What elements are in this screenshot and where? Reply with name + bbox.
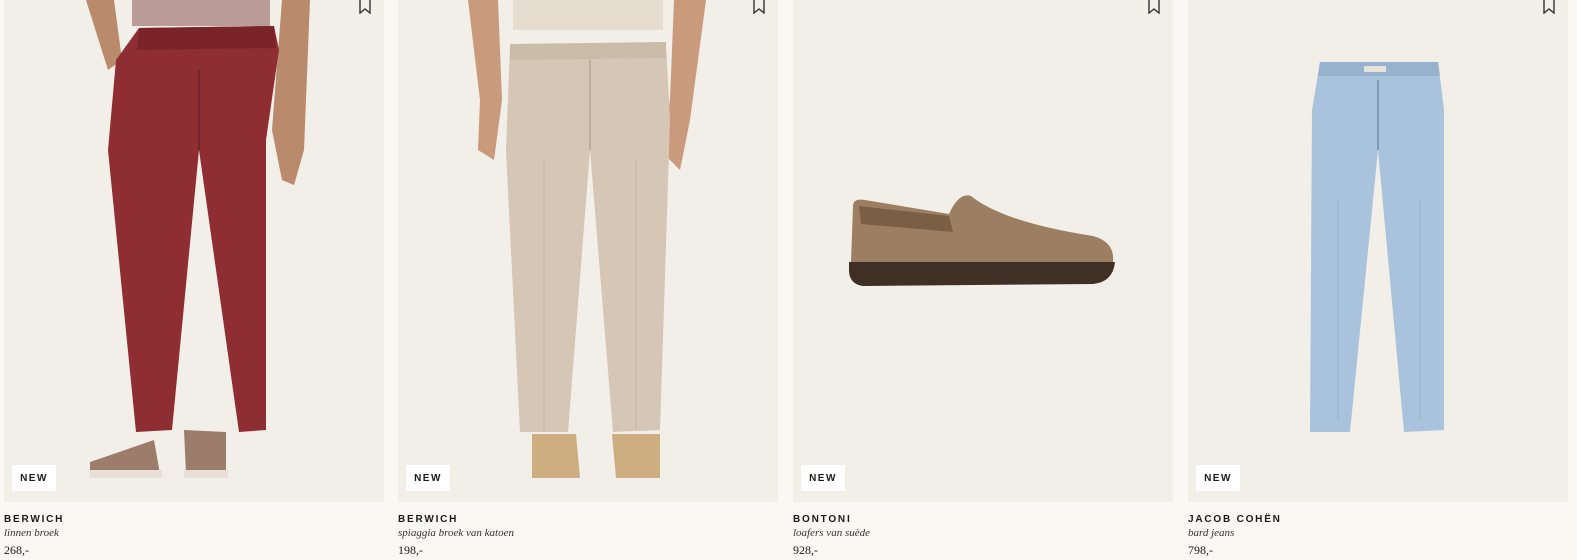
light-blue-jeans-image [1310, 62, 1444, 432]
product-card[interactable]: NEW BERWICH linnen broek 268,- [4, 0, 384, 560]
product-price: 268,- [4, 543, 29, 557]
product-card[interactable]: NEW JACOB COHËN bard jeans 798,- [1188, 0, 1568, 560]
red-linen-trousers-image [86, 0, 310, 478]
new-badge: NEW [12, 465, 56, 491]
new-badge: NEW [406, 465, 450, 491]
product-card[interactable]: NEW BERWICH spiaggia broek van katoen 19… [398, 0, 778, 560]
product-price: 198,- [398, 543, 423, 557]
product-name[interactable]: bard jeans [1188, 527, 1234, 539]
product-image[interactable]: NEW [398, 0, 778, 502]
product-brand[interactable]: BERWICH [4, 514, 64, 525]
product-image[interactable]: NEW [4, 0, 384, 502]
product-name[interactable]: linnen broek [4, 527, 59, 539]
product-card[interactable]: NEW BONTONI loafers van suède 928,- [793, 0, 1173, 560]
product-image[interactable]: NEW [793, 0, 1173, 502]
beige-cotton-trousers-image [468, 0, 706, 478]
product-name[interactable]: spiaggia broek van katoen [398, 527, 514, 539]
product-price: 798,- [1188, 543, 1213, 557]
product-brand[interactable]: JACOB COHËN [1188, 514, 1282, 525]
bookmark-icon[interactable] [358, 0, 372, 14]
bookmark-icon[interactable] [1542, 0, 1556, 14]
product-grid: NEW BERWICH linnen broek 268,- NEW BERWI… [0, 0, 1577, 560]
brown-suede-loafer-image [849, 195, 1115, 286]
product-brand[interactable]: BONTONI [793, 514, 852, 525]
bookmark-icon[interactable] [752, 0, 766, 14]
product-image[interactable]: NEW [1188, 0, 1568, 502]
product-price: 928,- [793, 543, 818, 557]
bookmark-icon[interactable] [1147, 0, 1161, 14]
product-brand[interactable]: BERWICH [398, 514, 458, 525]
new-badge: NEW [801, 465, 845, 491]
product-name[interactable]: loafers van suède [793, 527, 870, 539]
new-badge: NEW [1196, 465, 1240, 491]
